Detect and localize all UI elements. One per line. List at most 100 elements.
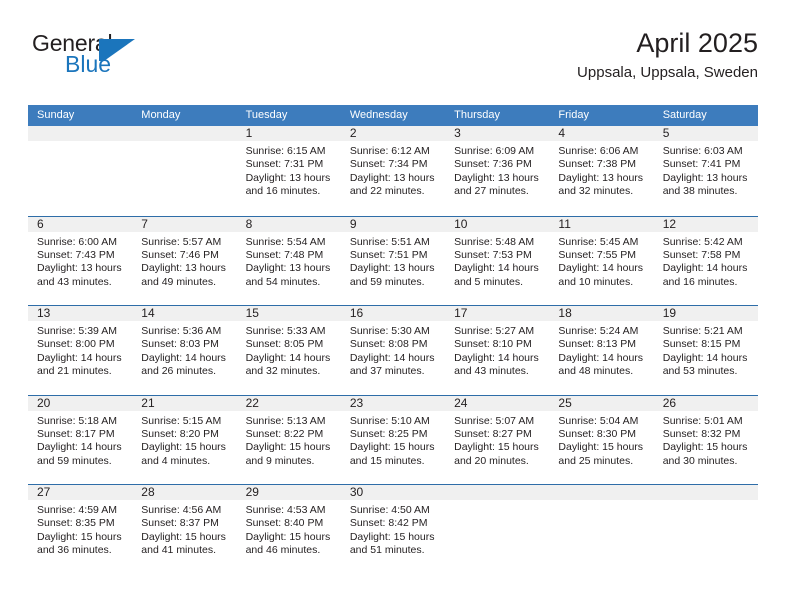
- calendar-day-cell[interactable]: 26 Sunrise: 5:01 AM Sunset: 8:32 PM Dayligh…: [653, 395, 758, 485]
- day-sun-info: Sunrise: 5:07 AM Sunset: 8:27 PM Daylight:…: [445, 411, 549, 469]
- sunset-text: Sunset: 8:35 PM: [37, 517, 115, 530]
- daylight-text: Daylight: 15 hours and 46 minutes.: [245, 530, 331, 557]
- calendar-day-cell[interactable]: 6 Sunrise: 6:00 AM Sunset: 7:43 PM Daylight…: [28, 216, 133, 306]
- calendar-day-cell[interactable]: 8 Sunrise: 5:54 AM Sunset: 7:48 PM Daylight…: [236, 216, 341, 306]
- day-number-band: 22: [236, 395, 341, 411]
- day-number: 29: [245, 485, 259, 499]
- sunset-text: Sunset: 7:34 PM: [349, 158, 428, 171]
- calendar-day-cell[interactable]: 18 Sunrise: 5:24 AM Sunset: 8:13 PM Dayligh…: [549, 306, 654, 395]
- sunrise-text: Sunrise: 5:42 AM: [662, 235, 743, 248]
- calendar-day-cell[interactable]: 3 Sunrise: 6:09 AM Sunset: 7:36 PM Daylight…: [445, 126, 550, 216]
- day-sun-info: Sunrise: 4:59 AM Sunset: 8:35 PM Daylight:…: [28, 500, 132, 558]
- day-number: 27: [37, 485, 51, 499]
- daylight-text: Daylight: 15 hours and 41 minutes.: [141, 530, 226, 557]
- sunrise-text: Sunrise: 5:13 AM: [245, 414, 326, 427]
- daylight-text: Daylight: 14 hours and 32 minutes.: [245, 351, 331, 378]
- day-number: 5: [662, 126, 670, 140]
- day-number-band: 5: [653, 126, 758, 141]
- day-number-band: 30: [340, 485, 446, 500]
- calendar-day-cell[interactable]: 22 Sunrise: 5:13 AM Sunset: 8:22 PM Dayligh…: [236, 395, 341, 485]
- sunrise-text: Sunrise: 5:30 AM: [349, 325, 430, 337]
- sunset-text: Sunset: 7:43 PM: [37, 248, 115, 261]
- day-number-band: 6: [28, 216, 133, 232]
- calendar-day-cell[interactable]: 25 Sunrise: 5:04 AM Sunset: 8:30 PM Dayligh…: [549, 395, 654, 485]
- calendar-day-cell[interactable]: 9 Sunrise: 5:51 AM Sunset: 7:51 PM Daylight…: [340, 216, 446, 306]
- daylight-text: Daylight: 14 hours and 5 minutes.: [454, 262, 539, 288]
- day-sun-info: Sunrise: 5:57 AM Sunset: 7:46 PM Daylight:…: [132, 232, 236, 290]
- weekday-header-row: Sunday Monday Tuesday Wednesday Thursday…: [28, 105, 758, 126]
- daylight-text: Daylight: 13 hours and 54 minutes.: [245, 262, 331, 288]
- calendar-day-cell[interactable]: 28 Sunrise: 4:56 AM Sunset: 8:37 PM Dayligh…: [132, 485, 237, 574]
- daylight-text: Daylight: 13 hours and 38 minutes.: [662, 171, 748, 198]
- day-number-band: 29: [236, 485, 341, 500]
- calendar-day-cell[interactable]: 20 Sunrise: 5:18 AM Sunset: 8:17 PM Dayligh…: [28, 395, 133, 485]
- sunrise-text: Sunrise: 5:39 AM: [37, 325, 117, 337]
- day-number: 24: [454, 395, 468, 410]
- day-number: 8: [245, 216, 253, 231]
- day-number: 3: [454, 126, 461, 140]
- calendar-day-cell[interactable]: 24 Sunrise: 5:07 AM Sunset: 8:27 PM Dayligh…: [445, 395, 550, 485]
- calendar-day-cell[interactable]: 5 Sunrise: 6:03 AM Sunset: 7:41 PM Daylight…: [653, 126, 758, 216]
- calendar-day-cell[interactable]: 29 Sunrise: 4:53 AM Sunset: 8:40 PM Dayligh…: [236, 485, 341, 574]
- calendar-day-cell[interactable]: 23 Sunrise: 5:10 AM Sunset: 8:25 PM Dayligh…: [340, 395, 446, 485]
- sunset-text: Sunset: 8:10 PM: [454, 338, 532, 351]
- sunrise-text: Sunrise: 5:24 AM: [558, 325, 639, 337]
- sunset-text: Sunset: 8:00 PM: [37, 338, 115, 351]
- calendar-day-cell[interactable]: 12 Sunrise: 5:42 AM Sunset: 7:58 PM Dayligh…: [653, 216, 758, 306]
- sunset-text: Sunset: 8:37 PM: [141, 517, 219, 530]
- day-number-band: 17: [445, 306, 550, 321]
- calendar-day-cell[interactable]: 13 Sunrise: 5:39 AM Sunset: 8:00 PM Dayligh…: [28, 306, 133, 395]
- daylight-text: Daylight: 14 hours and 48 minutes.: [558, 351, 644, 378]
- weekday-header-wednesday: Wednesday: [349, 109, 408, 121]
- calendar-day-cell[interactable]: 27 Sunrise: 4:59 AM Sunset: 8:35 PM Dayligh…: [28, 485, 133, 574]
- day-number: 20: [37, 395, 51, 410]
- calendar-day-cell[interactable]: 16 Sunrise: 5:30 AM Sunset: 8:08 PM Dayligh…: [340, 306, 446, 395]
- calendar-day-cell[interactable]: 19 Sunrise: 5:21 AM Sunset: 8:15 PM Dayligh…: [653, 306, 758, 395]
- weekday-header-tuesday: Tuesday: [245, 109, 288, 121]
- general-blue-logo[interactable]: General Blue: [32, 30, 172, 86]
- calendar-week-row: 20 Sunrise: 5:18 AM Sunset: 8:17 PM Dayligh…: [28, 394, 758, 485]
- calendar-day-cell[interactable]: 1 Sunrise: 6:15 AM Sunset: 7:31 PM Daylight…: [236, 126, 341, 216]
- day-number: 17: [454, 306, 468, 320]
- calendar-day-cell[interactable]: 11 Sunrise: 5:45 AM Sunset: 7:55 PM Dayligh…: [549, 216, 654, 306]
- day-sun-info: Sunrise: 5:39 AM Sunset: 8:00 PM Daylight:…: [28, 321, 132, 379]
- day-number-band: 23: [340, 395, 446, 411]
- sunrise-text: Sunrise: 5:04 AM: [558, 414, 639, 427]
- calendar-day-cell[interactable]: 4 Sunrise: 6:06 AM Sunset: 7:38 PM Daylight…: [549, 126, 654, 216]
- day-number-band: 19: [653, 306, 758, 321]
- day-number: 11: [558, 216, 571, 231]
- daylight-text: Daylight: 15 hours and 30 minutes.: [662, 441, 748, 467]
- sunset-text: Sunset: 8:03 PM: [141, 338, 219, 351]
- calendar-day-cell[interactable]: 30 Sunrise: 4:50 AM Sunset: 8:42 PM Dayligh…: [340, 485, 446, 574]
- calendar-day-cell[interactable]: 17 Sunrise: 5:27 AM Sunset: 8:10 PM Dayligh…: [445, 306, 550, 395]
- day-sun-info: Sunrise: 6:03 AM Sunset: 7:41 PM Daylight:…: [654, 141, 758, 199]
- sunrise-text: Sunrise: 5:18 AM: [37, 414, 117, 427]
- calendar-day-cell-empty: [549, 485, 654, 574]
- sunset-text: Sunset: 7:46 PM: [141, 248, 219, 261]
- title-block: April 2025 Uppsala, Uppsala, Sweden: [577, 26, 758, 84]
- calendar-day-cell[interactable]: 21 Sunrise: 5:15 AM Sunset: 8:20 PM Dayligh…: [132, 395, 237, 485]
- daylight-text: Daylight: 15 hours and 15 minutes.: [349, 441, 435, 467]
- sunset-text: Sunset: 8:30 PM: [558, 427, 637, 440]
- day-number-band: 20: [28, 395, 133, 411]
- day-number-band: 14: [132, 306, 237, 321]
- sunrise-text: Sunrise: 5:15 AM: [141, 414, 222, 427]
- calendar-day-cell[interactable]: 15 Sunrise: 5:33 AM Sunset: 8:05 PM Dayligh…: [236, 306, 341, 395]
- day-number-band: 25: [549, 395, 654, 411]
- day-number-band: 24: [445, 395, 550, 411]
- sunrise-text: Sunrise: 5:07 AM: [454, 414, 535, 427]
- sunset-text: Sunset: 8:20 PM: [141, 427, 219, 440]
- sunrise-text: Sunrise: 5:21 AM: [662, 325, 743, 337]
- day-sun-info: Sunrise: 6:00 AM Sunset: 7:43 PM Daylight:…: [28, 232, 132, 290]
- calendar-day-cell[interactable]: 10 Sunrise: 5:48 AM Sunset: 7:53 PM Dayligh…: [445, 216, 550, 306]
- calendar-day-cell[interactable]: 14 Sunrise: 5:36 AM Sunset: 8:03 PM Dayligh…: [132, 306, 237, 395]
- day-number: 10: [454, 216, 468, 231]
- day-number: 16: [349, 306, 364, 320]
- daylight-text: Daylight: 13 hours and 16 minutes.: [245, 171, 331, 198]
- weekday-header-thursday: Thursday: [454, 109, 500, 121]
- sunrise-text: Sunrise: 4:56 AM: [141, 504, 222, 516]
- calendar-day-cell[interactable]: 2 Sunrise: 6:12 AM Sunset: 7:34 PM Daylight…: [340, 126, 446, 216]
- calendar-day-cell[interactable]: 7 Sunrise: 5:57 AM Sunset: 7:46 PM Daylight…: [132, 216, 237, 306]
- daylight-text: Daylight: 15 hours and 25 minutes.: [558, 441, 644, 467]
- day-sun-info: Sunrise: 5:15 AM Sunset: 8:20 PM Daylight:…: [132, 411, 236, 469]
